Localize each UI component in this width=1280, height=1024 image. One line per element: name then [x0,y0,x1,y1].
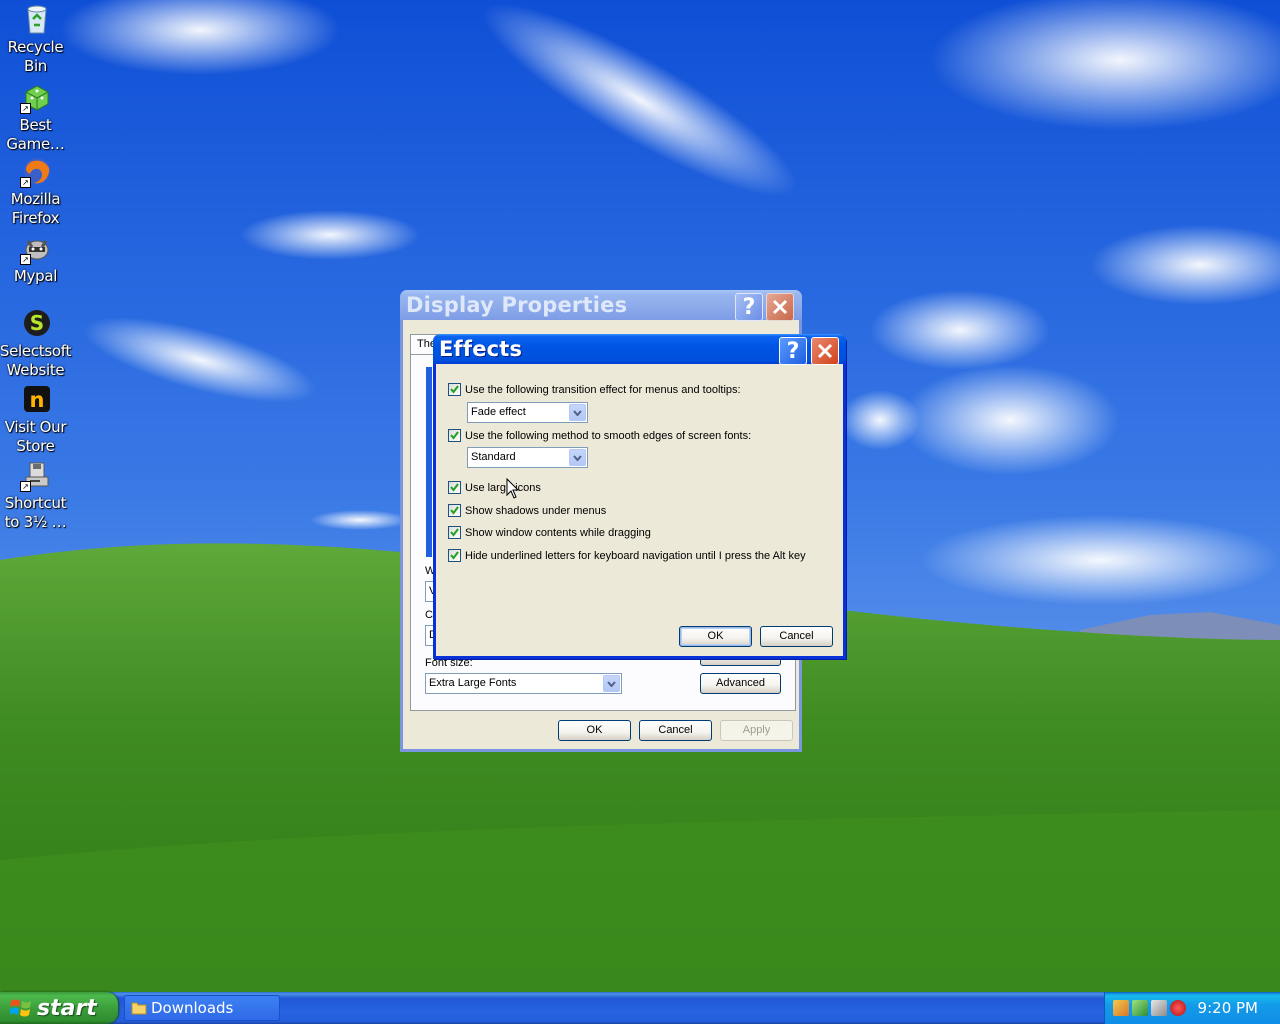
close-button[interactable] [811,337,839,365]
tray-security-icon[interactable] [1151,1000,1167,1016]
checkmark-icon [450,385,459,394]
checkbox-label: Show window contents while dragging [465,526,651,539]
folder-icon [131,1002,147,1015]
svg-text:n: n [30,388,45,412]
start-label: start [37,995,97,1021]
large-icons-checkbox[interactable] [448,481,461,494]
checkbox-label: Use the following transition effect for … [465,383,741,396]
chevron-down-icon[interactable] [569,404,586,421]
chevron-down-icon[interactable] [569,449,586,466]
apply-button[interactable]: Apply [720,720,793,741]
tray-alert-icon[interactable] [1170,1000,1186,1016]
desktop-icon-label: Visit Our Store [4,418,67,455]
ok-button[interactable]: OK [558,720,631,741]
menu-shadows-checkbox-row[interactable]: Show shadows under menus [448,504,606,517]
mouse-cursor-icon [506,477,520,503]
hide-underlines-checkbox-row[interactable]: Hide underlined letters for keyboard nav… [448,549,806,562]
selectsoft-icon: S [20,306,54,340]
windows-logo-icon [10,999,31,1017]
help-button[interactable]: ? [735,293,763,321]
select-value: Standard [471,451,516,463]
checkmark-icon [450,506,459,515]
tray-shield-icon[interactable] [1132,1000,1148,1016]
desktop-icon-label: Mozilla Firefox [10,190,61,227]
transition-effect-checkbox-row[interactable]: Use the following transition effect for … [448,383,741,396]
desktop-icon-label: Shortcut to 3½ … [4,494,67,531]
game-shortcut-icon: ↗ [20,80,54,114]
close-icon [772,299,788,315]
checkmark-icon [450,528,459,537]
desktop-icon-recycle-bin[interactable]: Recycle Bin [2,2,72,76]
help-icon: ? [786,338,800,364]
menu-shadows-checkbox[interactable] [448,504,461,517]
start-button[interactable]: start [0,992,118,1024]
desktop-icon-selectsoft-website[interactable]: S Selectsoft Website [0,306,72,380]
desktop-icon-label: Selectsoft Website [0,342,72,379]
font-smoothing-checkbox-row[interactable]: Use the following method to smooth edges… [448,429,751,442]
firefox-icon: ↗ [20,154,54,188]
desktop-icon-mozilla-firefox[interactable]: ↗ Mozilla Firefox [2,154,72,228]
window-title: Display Properties [406,293,628,317]
mypal-icon: ↗ [20,231,54,265]
desktop-icon-label: Mypal [13,267,58,285]
advanced-button[interactable]: Advanced [700,673,781,694]
close-icon [817,343,833,359]
taskbar: start Downloads 9:20 PM [0,992,1280,1024]
desktop-icon-label: Best Game… [6,116,65,153]
checkbox-label: Use large icons [465,481,541,494]
desktop-icon-shortcut-floppy[interactable]: ↗ Shortcut to 3½ … [2,458,72,532]
effects-titlebar[interactable]: Effects ? [433,334,846,365]
effects-dialog[interactable]: Effects ? Use the following transition e… [433,334,846,659]
transition-effect-select[interactable]: Fade effect [467,402,588,423]
help-icon: ? [742,294,756,320]
chevron-down-icon[interactable] [603,675,620,692]
taskbar-item-downloads[interactable]: Downloads [124,995,280,1021]
font-smoothing-checkbox[interactable] [448,429,461,442]
close-button[interactable] [766,293,794,321]
dialog-title: Effects [439,337,523,361]
recycle-bin-icon [20,2,54,36]
drag-contents-checkbox-row[interactable]: Show window contents while dragging [448,526,651,539]
large-icons-checkbox-row[interactable]: Use large icons [448,481,541,494]
store-icon: n [20,382,54,416]
select-value: Fade effect [471,406,526,418]
cancel-button[interactable]: Cancel [639,720,712,741]
clock[interactable]: 9:20 PM [1198,999,1258,1017]
ok-button[interactable]: OK [679,626,752,647]
font-size-select[interactable]: Extra Large Fonts [425,673,622,694]
checkmark-icon [450,551,459,560]
transition-effect-checkbox[interactable] [448,383,461,396]
checkmark-icon [450,483,459,492]
cancel-button[interactable]: Cancel [760,626,833,647]
preview-area [426,367,432,557]
desktop-icon-visit-our-store[interactable]: n Visit Our Store [2,382,72,456]
desktop-icon-label: Recycle Bin [7,38,64,75]
checkbox-label: Use the following method to smooth edges… [465,429,752,442]
display-properties-titlebar[interactable]: Display Properties ? [400,290,802,321]
checkbox-label: Hide underlined letters for keyboard nav… [465,549,806,562]
help-button[interactable]: ? [779,337,807,365]
tray-network-icon[interactable] [1113,1000,1129,1016]
system-tray: 9:20 PM [1104,992,1280,1024]
desktop-icon-best-game[interactable]: ↗ Best Game… [2,80,72,154]
font-smoothing-select[interactable]: Standard [467,447,588,468]
svg-text:S: S [30,311,44,335]
drag-contents-checkbox[interactable] [448,526,461,539]
floppy-drive-icon: ↗ [20,458,54,492]
checkbox-label: Show shadows under menus [465,504,607,517]
font-size-value: Extra Large Fonts [429,677,517,689]
checkmark-icon [450,431,459,440]
hide-underlines-checkbox[interactable] [448,549,461,562]
taskbar-item-label: Downloads [151,999,234,1017]
desktop-icon-mypal[interactable]: ↗ Mypal [2,231,72,286]
